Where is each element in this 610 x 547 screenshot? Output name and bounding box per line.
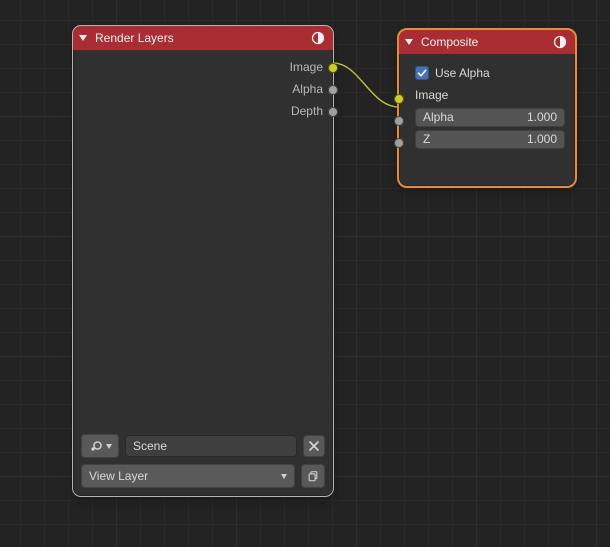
use-alpha-checkbox[interactable] — [415, 66, 429, 80]
preview-icon[interactable] — [553, 35, 567, 49]
scene-name-input[interactable]: Scene — [125, 435, 297, 457]
node-title: Composite — [421, 35, 547, 49]
scene-unlink-button[interactable] — [303, 435, 325, 457]
node-title: Render Layers — [95, 31, 305, 45]
output-alpha: Alpha — [83, 78, 323, 100]
alpha-field[interactable]: Alpha 1.000 — [415, 108, 565, 127]
layers-icon — [307, 470, 319, 482]
socket-label: Image — [290, 60, 323, 74]
close-icon — [308, 440, 320, 452]
view-layer-select[interactable]: View Layer — [81, 464, 295, 488]
z-field-label: Z — [423, 132, 430, 146]
output-depth: Depth — [83, 100, 323, 122]
alpha-field-value: 1.000 — [527, 110, 557, 124]
input-alpha: Alpha 1.000 — [409, 106, 565, 128]
scene-browse-button[interactable] — [81, 434, 119, 458]
alpha-field-label: Alpha — [423, 110, 454, 124]
composite-body: Use Alpha Image Alpha 1.000 Z 1.000 — [399, 54, 575, 154]
collapse-triangle-icon[interactable] — [79, 35, 87, 41]
output-image: Image — [83, 56, 323, 78]
scene-icon — [88, 438, 104, 454]
compositor-node-editor[interactable]: Render Layers Image Alpha Depth — [0, 0, 610, 547]
render-layers-node[interactable]: Render Layers Image Alpha Depth — [73, 26, 333, 496]
input-image: Image — [409, 84, 565, 106]
node-header[interactable]: Render Layers — [73, 26, 333, 50]
composite-node[interactable]: Composite Use Alpha Image Alpha — [399, 30, 575, 186]
socket-dot-z[interactable] — [394, 138, 404, 148]
output-sockets: Image Alpha Depth — [73, 50, 333, 126]
socket-dot-alpha[interactable] — [394, 116, 404, 126]
chevron-down-icon — [106, 444, 112, 449]
z-field-value: 1.000 — [527, 132, 557, 146]
socket-dot-alpha[interactable] — [328, 85, 338, 95]
view-layer-browse-button[interactable] — [301, 464, 325, 488]
socket-dot-depth[interactable] — [328, 107, 338, 117]
socket-dot-image[interactable] — [328, 63, 338, 73]
scene-name-text: Scene — [133, 439, 167, 453]
z-field[interactable]: Z 1.000 — [415, 130, 565, 149]
view-layer-label: View Layer — [89, 469, 148, 483]
socket-label: Depth — [291, 104, 323, 118]
input-z: Z 1.000 — [409, 128, 565, 150]
socket-dot-image[interactable] — [394, 94, 404, 104]
chevron-down-icon — [281, 474, 287, 479]
socket-label: Image — [415, 88, 448, 102]
preview-icon[interactable] — [311, 31, 325, 45]
socket-label: Alpha — [292, 82, 323, 96]
check-icon — [417, 68, 427, 78]
collapse-triangle-icon[interactable] — [405, 39, 413, 45]
node-footer: Scene View Layer — [81, 434, 325, 488]
use-alpha-row: Use Alpha — [409, 62, 565, 84]
use-alpha-label: Use Alpha — [435, 66, 490, 80]
node-header[interactable]: Composite — [399, 30, 575, 54]
